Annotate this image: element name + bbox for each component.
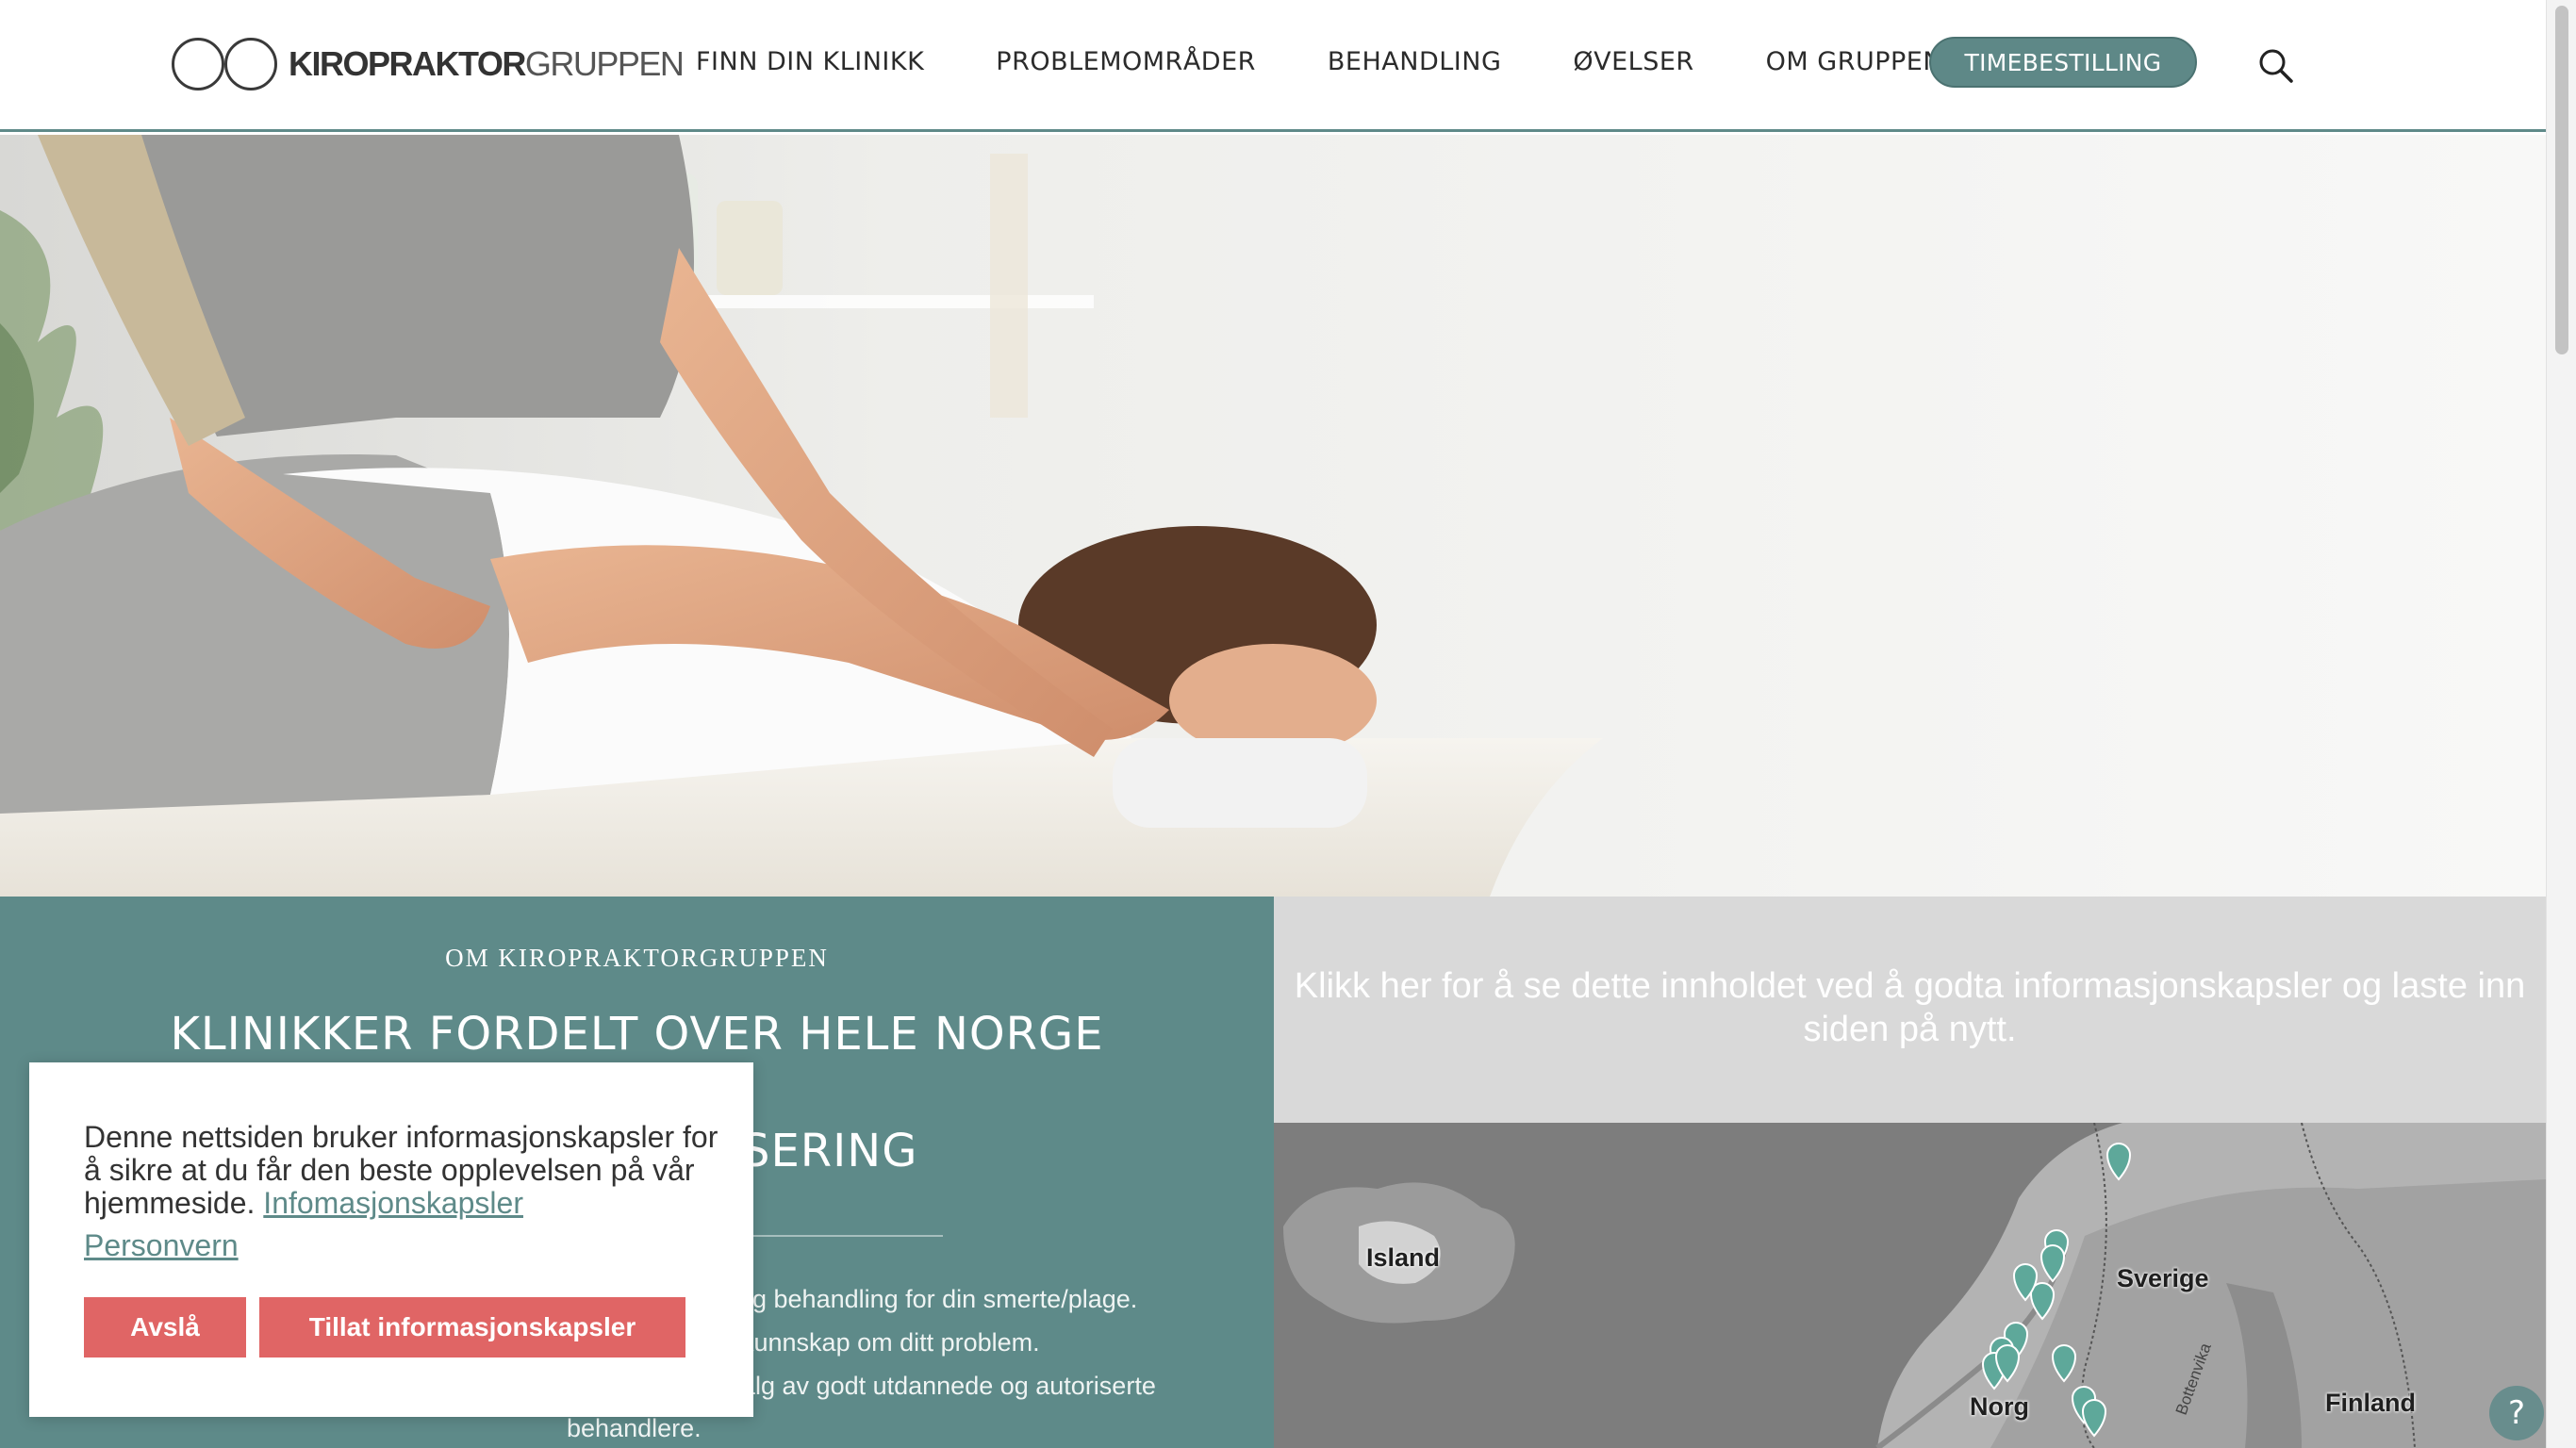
map-label-sverige: Sverige [2117, 1264, 2209, 1292]
nav-item-ovelser[interactable]: ØVELSER [1573, 47, 1693, 76]
about-title-partial: SERING [741, 1125, 918, 1177]
search-icon[interactable] [2257, 47, 2295, 85]
booking-button[interactable]: TIMEBESTILLING [1929, 37, 2197, 88]
help-icon[interactable]: ? [2489, 1386, 2544, 1440]
nav-item-problemomrader[interactable]: PROBLEMOMRÅDER [996, 47, 1256, 76]
about-title: KLINIKKER FORDELT OVER HELE NORGE [170, 1008, 1104, 1061]
accept-cookies-button[interactable]: Tillat informasjonskapsler [259, 1297, 685, 1358]
map-cookie-notice[interactable]: Klikk her for å se dette innholdet ved å… [1274, 897, 2546, 1123]
cookie-policy-link[interactable]: Infomasjonskapsler [263, 1186, 523, 1220]
cookie-text: Denne nettsiden bruker informasjonskapsl… [84, 1120, 718, 1220]
main-nav: FINN DIN KLINIKK PROBLEMOMRÅDER BEHANDLI… [696, 47, 2012, 76]
hero-image [0, 135, 2546, 897]
clinic-map[interactable]: Island Sverige Norg Finland Bottenvika [1274, 1123, 2546, 1448]
privacy-link[interactable]: Personvern [84, 1228, 239, 1263]
decline-cookies-button[interactable]: Avslå [84, 1297, 246, 1358]
nav-item-finn-din-klinikk[interactable]: FINN DIN KLINIKK [696, 47, 924, 76]
map-label-norge: Norg [1970, 1392, 2029, 1421]
map-notice-text: Klikk her for å se dette innholdet ved å… [1294, 966, 2526, 1049]
about-eyebrow: OM KIROPRAKTORGRUPPEN [445, 944, 829, 972]
nav-item-om-gruppen[interactable]: OM GRUPPEN [1766, 47, 1942, 76]
logo-text: KIROPRAKTORGRUPPEN [289, 44, 685, 83]
map-label-island: Island [1366, 1243, 1441, 1272]
about-text-line: behandlere. [567, 1414, 702, 1442]
logo-rings-icon [172, 34, 281, 94]
about-text-line: alg av godt utdannede og autoriserte [741, 1372, 1156, 1400]
site-header: KIROPRAKTORGRUPPEN FINN DIN KLINIKK PROB… [0, 0, 2546, 132]
nav-item-behandling[interactable]: BEHANDLING [1328, 47, 1501, 76]
cookie-banner: Denne nettsiden bruker informasjonskapsl… [29, 1062, 753, 1417]
map-label-finland: Finland [2325, 1389, 2416, 1417]
about-text-line: kunnskap om ditt problem. [741, 1328, 1040, 1357]
scrollbar-thumb[interactable] [2555, 6, 2568, 354]
page-scrollbar[interactable] [2546, 0, 2576, 1448]
site-logo[interactable]: KIROPRAKTORGRUPPEN [172, 34, 685, 94]
about-text-line: lig behandling for din smerte/plage. [741, 1285, 1138, 1313]
